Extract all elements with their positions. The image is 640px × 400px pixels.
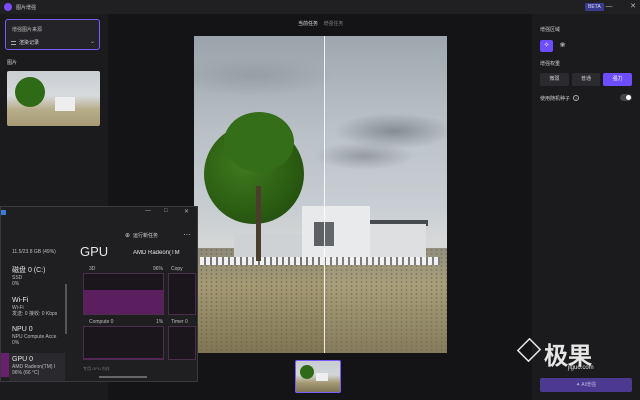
graph-timer [168,326,196,360]
result-thumb-tree [300,365,314,379]
tm-item-wifi[interactable]: Wi-Fi Wi-Fi 发送: 0 接收: 0 Kbps [12,296,57,317]
comparison-image[interactable] [194,36,447,353]
gpu-mini-graph [1,353,9,377]
tm-item-gpu[interactable]: GPU 0 AMD Radeon(TM) I 96% (66 °C) [12,355,55,376]
app-logo-icon [4,3,12,11]
graph-copy-label: Copy [171,266,183,272]
help-icon[interactable]: ? [573,95,580,101]
tab-enhance-task[interactable]: 增强任务 [323,21,343,27]
region-landscape-button[interactable]: ❀ [556,40,569,52]
ai-enhance-button[interactable]: ✦ AI增强 [540,378,632,392]
graph-compute-value: 1% [156,319,164,325]
images-label: 图片 [7,60,18,66]
chevron-down-icon: ⌄ [89,39,95,45]
source-section-title: 增强图片来源 [12,27,43,33]
strength-normal-button[interactable]: 普通 [571,73,601,86]
tm-maximize-button[interactable]: □ [164,208,168,214]
graph-compute-label: Compute 0 [89,319,114,325]
seed-toggle[interactable] [620,94,632,101]
run-task-icon: ⊕ [125,233,131,239]
tm-sidebar: 11.5/23.8 GB (49%) 磁盘 0 (C:) SSD 0% Wi-F… [1,244,76,382]
title-bar: 图片增强 BETA — ✕ [0,0,640,14]
graph-3d-value: 96% [153,266,164,272]
minimize-button[interactable]: — [604,2,614,12]
seed-label: 使用随机种子 [540,95,571,102]
graph-compute-fill [84,358,163,359]
graph-3d [83,273,164,315]
window-title: 图片增强 [16,4,37,11]
memory-usage: 11.5/23.8 GB (49%) [12,249,56,255]
graph-3d-label: 3D [89,266,96,272]
graph-3d-fill [84,290,163,314]
wifi-rate: 发送: 0 接收: 0 Kbps [12,311,58,317]
task-tabs: 当前任务 增强任务 [298,20,343,27]
graph-compute [83,326,164,360]
tm-title-bar: — □ ✕ [1,207,197,218]
app-window: 图片增强 BETA — ✕ 增强图片来源 渲染记录 ⌄ 图片 当前任务 增强任务 [0,0,640,400]
landscape-icon: ❀ [559,42,566,49]
gpu-model: AMD Radeon(TM [133,250,180,256]
enhanced-side [325,36,447,353]
tm-item-disk[interactable]: 磁盘 0 (C:) SSD 0% [12,266,45,287]
source-section: 增强图片来源 渲染记录 ⌄ [5,19,100,50]
source-dropdown[interactable]: 渲染记录 ⌄ [11,38,95,47]
more-options-icon[interactable]: ··· [183,230,191,239]
thumb-building [55,97,75,111]
tm-item-npu[interactable]: NPU 0 NPU Compute Acce 0% [12,325,56,346]
npu-usage: 0% [12,340,20,346]
tm-scrollbar[interactable] [65,284,67,334]
tree-crown-top [224,112,294,172]
person-sparkle-icon: ✧ [543,42,550,49]
tm-toolbar: ⊕ 运行新任务 ··· [1,230,197,241]
graph-timer-label: Timer 0 [171,319,188,325]
strength-label: 增强权重 [540,61,561,67]
disk-title: 磁盘 0 (C:) [12,267,46,274]
tm-horizontal-scrollbar[interactable] [99,376,147,378]
image-thumbnail[interactable] [7,71,100,126]
tm-minimize-button[interactable]: — [145,208,151,214]
strength-segmented-control: 微弱 普通 强力 [540,73,633,86]
strength-strong-button[interactable]: 强力 [603,73,633,86]
result-thumb-building [316,373,328,381]
thumb-tree [15,77,45,107]
source-selected-value: 渲染记录 [19,40,40,46]
compare-slider-handle[interactable] [324,36,325,353]
tab-current-task[interactable]: 当前任务 [298,21,318,27]
strength-weak-button[interactable]: 微弱 [540,73,569,86]
building-left [234,234,302,258]
gpu-title: GPU [80,244,109,259]
disk-usage: 0% [12,281,20,287]
npu-title: NPU 0 [12,326,33,333]
region-label: 增强区域 [540,27,561,33]
watermark-url: jiguo.com [568,365,594,371]
dedicated-memory-label: 专用 GPU 内存 [83,366,110,371]
region-person-button[interactable]: ✧ [540,40,553,52]
wifi-title: Wi-Fi [12,297,29,304]
tm-item-memory[interactable]: 11.5/23.8 GB (49%) [12,249,56,255]
task-manager-window: — □ ✕ ⊕ 运行新任务 ··· 11.5/23.8 GB (49%) 磁盘 … [0,206,198,382]
graph-copy [168,273,196,315]
list-icon [11,40,16,45]
gpu-side-usage: 96% (66 °C) [12,370,40,376]
result-thumbnail[interactable] [295,360,341,393]
tm-close-button[interactable]: ✕ [184,208,189,215]
seed-row: 使用随机种子 ? [540,93,632,103]
task-manager-icon [1,210,6,215]
ai-enhance-label: AI增强 [581,382,597,388]
tree-trunk [256,186,261,261]
gpu-side-title: GPU 0 [12,356,34,363]
close-button[interactable]: ✕ [628,2,638,12]
gpu-detail-pane: GPU AMD Radeon(TM 3D 96% Copy Compute 0 … [80,244,197,382]
beta-badge: BETA [585,3,604,11]
run-new-task-button[interactable]: 运行新任务 [133,232,158,239]
